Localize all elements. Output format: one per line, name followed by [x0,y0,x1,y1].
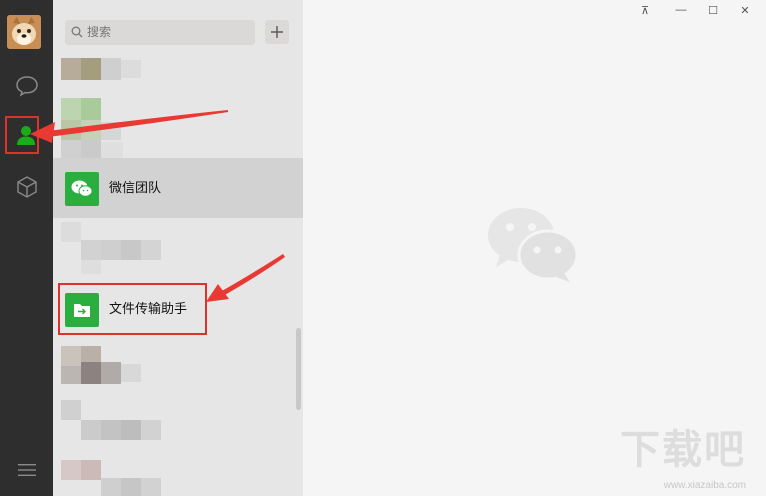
menu-nav-button[interactable] [0,450,53,490]
chat-nav-button[interactable] [0,66,53,106]
avatar[interactable] [7,15,41,49]
wechat-logo-icon [65,172,99,206]
close-button[interactable]: ✕ [731,0,759,20]
chat-content-area: ⊼ — ☐ ✕ [303,0,766,496]
plus-icon [271,26,283,38]
contact-name: 微信团队 [109,180,162,195]
add-contact-button[interactable] [265,20,289,44]
list-scrollbar[interactable] [296,328,301,410]
contact-list-panel: 微信团队 文件传输助手 [53,0,303,496]
search-icon [71,26,83,38]
avatar-image [7,15,41,49]
contacts-highlight-box [5,116,39,154]
search-input[interactable] [87,20,247,45]
search-box[interactable] [65,20,255,45]
watermark-url: www.xiazaiba.com [663,480,746,491]
watermark-logo-text: 下载吧 [620,427,746,473]
chat-bubble-icon [15,76,38,97]
close-icon: ✕ [740,4,750,17]
minimize-icon: — [675,4,687,16]
mini-program-nav-button[interactable] [0,167,53,207]
maximize-button[interactable]: ☐ [699,0,727,20]
hamburger-menu-icon [17,464,36,476]
cube-icon [16,176,37,198]
contact-row-wechat-team[interactable]: 微信团队 [53,158,303,218]
pin-button[interactable]: ⊼ [631,0,659,20]
pin-icon: ⊼ [640,4,650,17]
minimize-button[interactable]: — [667,0,695,20]
left-nav-bar [0,0,53,496]
site-watermark: 下载吧 www.xiazaiba.com [620,428,746,491]
file-transfer-highlight-box [58,283,207,335]
maximize-icon: ☐ [708,4,718,17]
wechat-watermark-logo-icon [488,208,579,282]
